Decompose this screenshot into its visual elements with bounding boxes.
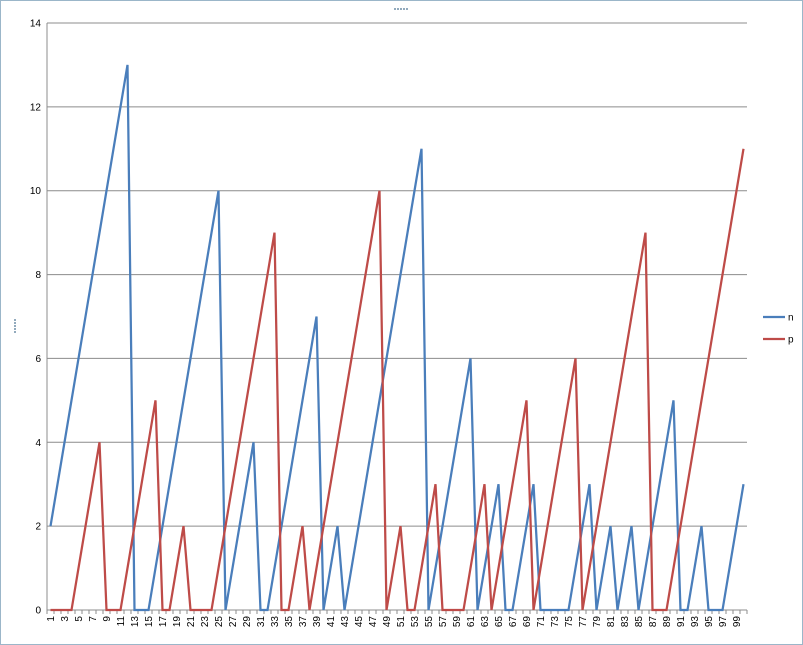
resize-handle-dot[interactable] bbox=[394, 8, 396, 10]
x-tick-label: 9 bbox=[102, 616, 113, 622]
axes bbox=[46, 23, 748, 614]
y-tick-label: 2 bbox=[35, 522, 41, 533]
x-tick-label: 97 bbox=[718, 616, 729, 628]
x-tick-label: 47 bbox=[368, 616, 379, 628]
x-tick-label: 45 bbox=[354, 616, 365, 628]
x-tick-label: 99 bbox=[732, 616, 743, 628]
x-tick-label: 55 bbox=[424, 616, 435, 628]
x-tick-label: 21 bbox=[186, 616, 197, 628]
legend-label-n: n bbox=[788, 313, 794, 324]
x-tick-label: 79 bbox=[592, 616, 603, 628]
resize-handle-dot[interactable] bbox=[400, 8, 402, 10]
x-tick-label: 83 bbox=[620, 616, 631, 628]
x-tick-label: 51 bbox=[396, 616, 407, 628]
x-tick-label: 41 bbox=[326, 616, 337, 628]
resize-handle-dot[interactable] bbox=[397, 8, 399, 10]
x-tick-label: 15 bbox=[144, 616, 155, 628]
x-tick-label: 39 bbox=[312, 616, 323, 628]
x-tick-label: 7 bbox=[88, 616, 99, 622]
x-tick-label: 37 bbox=[298, 616, 309, 628]
chart-frame: 0 2 4 6 8 10 12 14 1 3 5 7 9 11 13 15 17 19 21 23 25 27 29 31 3… bbox=[0, 0, 803, 645]
series-line-n bbox=[49, 64, 745, 612]
y-tick-label: 0 bbox=[35, 606, 41, 617]
x-tick-label: 43 bbox=[340, 616, 351, 628]
x-tick-label: 25 bbox=[214, 616, 225, 628]
x-tick-label: 69 bbox=[522, 616, 533, 628]
x-tick-label: 91 bbox=[676, 616, 687, 628]
resize-handle-dot[interactable] bbox=[14, 322, 16, 324]
legend[interactable]: np bbox=[763, 313, 794, 346]
y-tick-label: 6 bbox=[35, 354, 41, 365]
resize-handle-dot[interactable] bbox=[14, 319, 16, 321]
x-tick-label: 73 bbox=[550, 616, 561, 628]
x-tick-label: 5 bbox=[74, 616, 85, 622]
gridlines bbox=[47, 22, 747, 527]
series-lines bbox=[49, 64, 745, 612]
resize-handles[interactable] bbox=[14, 8, 408, 333]
y-tick-label: 12 bbox=[30, 102, 42, 113]
series-line-p bbox=[50, 148, 745, 612]
x-tick-label: 35 bbox=[284, 616, 295, 628]
x-tick-label: 87 bbox=[648, 616, 659, 628]
x-tick-label: 3 bbox=[60, 616, 71, 622]
x-tick-label: 85 bbox=[634, 616, 645, 628]
x-tick-label: 63 bbox=[480, 616, 491, 628]
x-tick-label: 1 bbox=[46, 616, 57, 622]
x-tick-label: 61 bbox=[466, 616, 477, 628]
x-axis-tick-labels: 1 3 5 7 9 11 13 15 17 19 21 23 25 27 29 31 33 35 37 39 41 43 4… bbox=[46, 616, 743, 628]
x-tick-label: 77 bbox=[578, 616, 589, 628]
x-tick-label: 27 bbox=[228, 616, 239, 628]
y-tick-label: 8 bbox=[35, 270, 41, 281]
resize-handle-dot[interactable] bbox=[406, 8, 408, 10]
x-tick-label: 49 bbox=[382, 616, 393, 628]
resize-handle-dot[interactable] bbox=[14, 328, 16, 330]
x-tick-label: 17 bbox=[158, 616, 169, 628]
x-tick-label: 75 bbox=[564, 616, 575, 628]
resize-handle-dot[interactable] bbox=[14, 325, 16, 327]
x-tick-label: 19 bbox=[172, 616, 183, 628]
x-tick-label: 29 bbox=[242, 616, 253, 628]
line-chart: 02468101214 1 3 5 7 9 11 13 15 17 19 21 23 25 27 29 31 3… bbox=[14, 8, 794, 628]
y-tick-label: 4 bbox=[35, 438, 41, 449]
x-tick-label: 53 bbox=[410, 616, 421, 628]
x-tick-label: 65 bbox=[494, 616, 505, 628]
x-tick-label: 89 bbox=[662, 616, 673, 628]
x-tick-label: 93 bbox=[690, 616, 701, 628]
x-tick-label: 71 bbox=[536, 616, 547, 628]
x-tick-label: 57 bbox=[438, 616, 449, 628]
x-tick-label: 67 bbox=[508, 616, 519, 628]
y-axis-tick-labels: 0 2 4 6 8 10 12 14 bbox=[30, 19, 42, 617]
x-tick-label: 23 bbox=[200, 616, 211, 628]
y-tick-label: 10 bbox=[30, 186, 42, 197]
x-tick-label: 59 bbox=[452, 616, 463, 628]
x-tick-label: 11 bbox=[116, 616, 127, 627]
x-tick-label: 33 bbox=[270, 616, 281, 628]
x-tick-label: 13 bbox=[130, 616, 141, 628]
resize-handle-dot[interactable] bbox=[403, 8, 405, 10]
resize-handle-dot[interactable] bbox=[14, 331, 16, 333]
y-tick-label: 14 bbox=[30, 19, 42, 30]
x-tick-label: 81 bbox=[606, 616, 617, 628]
x-tick-label: 95 bbox=[704, 616, 715, 628]
legend-label-p: p bbox=[788, 335, 794, 346]
x-tick-label: 31 bbox=[256, 616, 267, 628]
